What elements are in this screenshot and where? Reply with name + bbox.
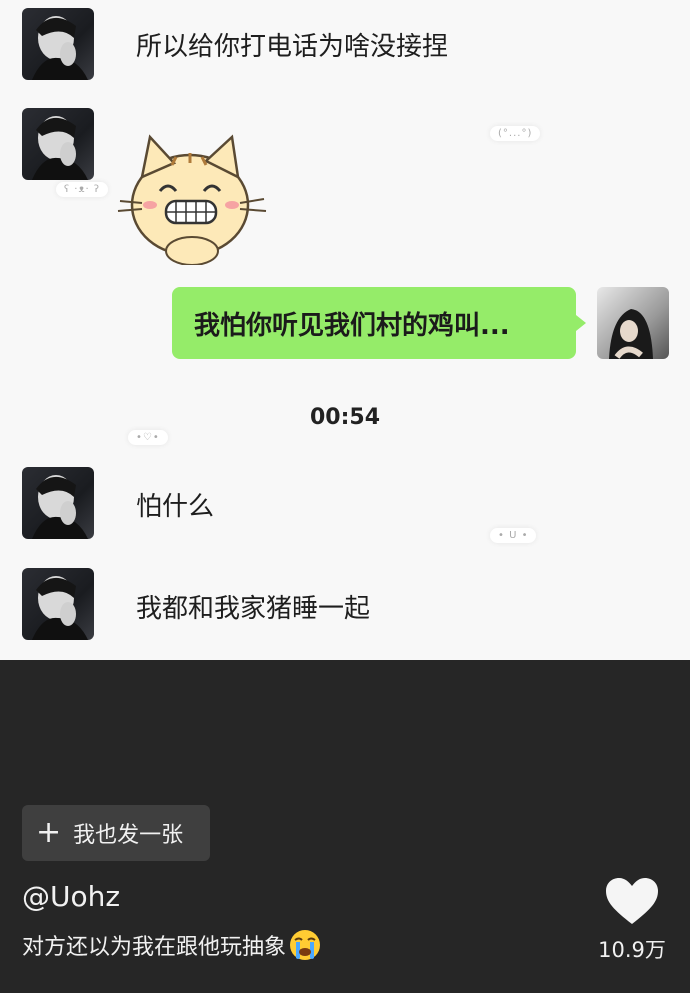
heart-icon	[606, 878, 658, 924]
decoration-kaomoji: • U •	[490, 528, 537, 543]
like-count: 10.9万	[598, 938, 666, 962]
timestamp: 00:54	[309, 405, 381, 430]
decoration-kaomoji: •♡•	[128, 430, 168, 445]
message-text: 所以给你打电话为啥没接捏	[136, 32, 449, 62]
person-avatar-icon	[32, 576, 88, 640]
person-avatar-icon	[609, 309, 653, 359]
caption: 对方还以为我在跟他玩抽象	[22, 928, 322, 962]
chat-screenshot: (°...°) ʕ ·ᴥ· ʔ •♡• • U • 所以给你打电话为啥没接捏 我…	[0, 0, 690, 660]
person-avatar-icon	[32, 116, 88, 180]
message-bubble-sent[interactable]: 我怕你听见我们村的鸡叫...	[172, 287, 586, 359]
caption-text: 对方还以为我在跟他玩抽象	[22, 935, 287, 960]
post-too-button[interactable]: + 我也发一张	[22, 805, 210, 861]
message-text: 怕什么	[136, 492, 215, 522]
message-text: 我怕你听见我们村的鸡叫...	[194, 310, 510, 341]
message-text: 我都和我家猪睡一起	[136, 594, 371, 624]
avatar-left[interactable]	[22, 568, 94, 640]
avatar-left[interactable]	[22, 108, 94, 180]
grinning-cat-sticker[interactable]	[112, 125, 272, 266]
avatar-left[interactable]	[22, 8, 94, 80]
like-button[interactable]: 10.9万	[596, 876, 668, 986]
person-avatar-icon	[32, 16, 88, 80]
decoration-kaomoji: ʕ ·ᴥ· ʔ	[56, 182, 108, 197]
avatar-right[interactable]	[597, 287, 669, 359]
crying-face-icon	[288, 928, 322, 962]
decoration-kaomoji: (°...°)	[490, 126, 541, 141]
plus-icon: +	[36, 815, 62, 850]
person-avatar-icon	[32, 475, 88, 539]
author-name[interactable]: @Uohz	[22, 880, 120, 913]
avatar-left[interactable]	[22, 467, 94, 539]
post-too-label: 我也发一张	[73, 823, 184, 848]
